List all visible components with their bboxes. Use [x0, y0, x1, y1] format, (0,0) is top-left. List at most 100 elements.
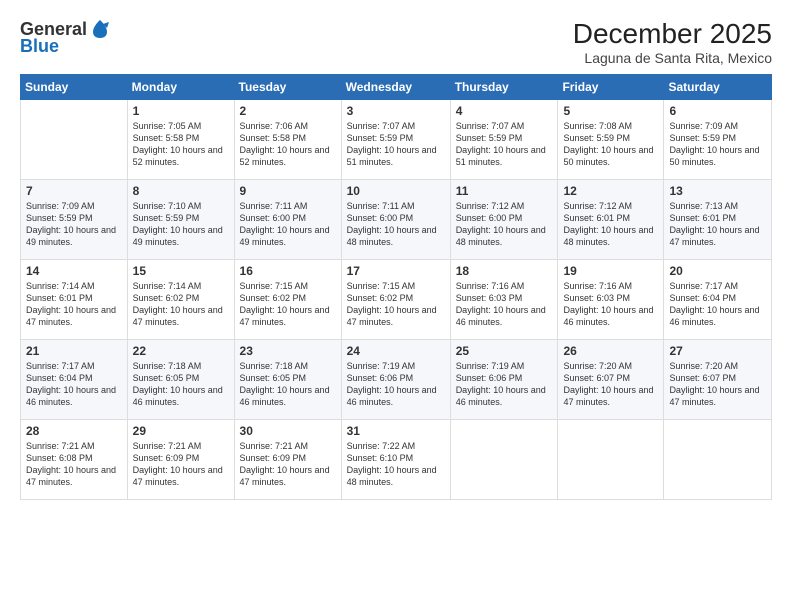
daylight: Daylight: 10 hours and 47 minutes.: [240, 305, 330, 327]
daylight: Daylight: 10 hours and 48 minutes.: [347, 225, 437, 247]
day-number: 15: [133, 264, 229, 278]
sunset: Sunset: 6:06 PM: [456, 373, 523, 383]
day-number: 22: [133, 344, 229, 358]
cell-content: Sunrise: 7:07 AM Sunset: 5:59 PM Dayligh…: [456, 120, 553, 169]
calendar-cell: 6 Sunrise: 7:09 AM Sunset: 5:59 PM Dayli…: [664, 100, 772, 180]
cell-content: Sunrise: 7:15 AM Sunset: 6:02 PM Dayligh…: [240, 280, 336, 329]
calendar-cell: [664, 420, 772, 500]
cell-content: Sunrise: 7:13 AM Sunset: 6:01 PM Dayligh…: [669, 200, 766, 249]
daylight: Daylight: 10 hours and 51 minutes.: [347, 145, 437, 167]
day-number: 16: [240, 264, 336, 278]
daylight: Daylight: 10 hours and 46 minutes.: [563, 305, 653, 327]
sunrise: Sunrise: 7:17 AM: [669, 281, 738, 291]
daylight: Daylight: 10 hours and 46 minutes.: [26, 385, 116, 407]
calendar-cell: 8 Sunrise: 7:10 AM Sunset: 5:59 PM Dayli…: [127, 180, 234, 260]
sunset: Sunset: 6:06 PM: [347, 373, 414, 383]
calendar-cell: 23 Sunrise: 7:18 AM Sunset: 6:05 PM Dayl…: [234, 340, 341, 420]
calendar-cell: 16 Sunrise: 7:15 AM Sunset: 6:02 PM Dayl…: [234, 260, 341, 340]
calendar-cell: 13 Sunrise: 7:13 AM Sunset: 6:01 PM Dayl…: [664, 180, 772, 260]
sunrise: Sunrise: 7:19 AM: [456, 361, 525, 371]
cell-content: Sunrise: 7:11 AM Sunset: 6:00 PM Dayligh…: [240, 200, 336, 249]
day-number: 19: [563, 264, 658, 278]
sunset: Sunset: 6:03 PM: [456, 293, 523, 303]
day-number: 31: [347, 424, 445, 438]
calendar-cell: 18 Sunrise: 7:16 AM Sunset: 6:03 PM Dayl…: [450, 260, 558, 340]
calendar-cell: 3 Sunrise: 7:07 AM Sunset: 5:59 PM Dayli…: [341, 100, 450, 180]
day-number: 29: [133, 424, 229, 438]
cell-content: Sunrise: 7:19 AM Sunset: 6:06 PM Dayligh…: [456, 360, 553, 409]
cell-content: Sunrise: 7:21 AM Sunset: 6:09 PM Dayligh…: [240, 440, 336, 489]
daylight: Daylight: 10 hours and 50 minutes.: [669, 145, 759, 167]
cell-content: Sunrise: 7:07 AM Sunset: 5:59 PM Dayligh…: [347, 120, 445, 169]
daylight: Daylight: 10 hours and 51 minutes.: [456, 145, 546, 167]
cell-content: Sunrise: 7:17 AM Sunset: 6:04 PM Dayligh…: [26, 360, 122, 409]
calendar-week-1: 1 Sunrise: 7:05 AM Sunset: 5:58 PM Dayli…: [21, 100, 772, 180]
cell-content: Sunrise: 7:08 AM Sunset: 5:59 PM Dayligh…: [563, 120, 658, 169]
calendar-cell: 20 Sunrise: 7:17 AM Sunset: 6:04 PM Dayl…: [664, 260, 772, 340]
day-number: 8: [133, 184, 229, 198]
sunrise: Sunrise: 7:21 AM: [133, 441, 202, 451]
calendar-cell: 4 Sunrise: 7:07 AM Sunset: 5:59 PM Dayli…: [450, 100, 558, 180]
sunrise: Sunrise: 7:16 AM: [456, 281, 525, 291]
sunset: Sunset: 5:58 PM: [133, 133, 200, 143]
page: General Blue December 2025 Laguna de San…: [0, 0, 792, 612]
calendar-cell: 31 Sunrise: 7:22 AM Sunset: 6:10 PM Dayl…: [341, 420, 450, 500]
cell-content: Sunrise: 7:15 AM Sunset: 6:02 PM Dayligh…: [347, 280, 445, 329]
sunset: Sunset: 6:00 PM: [456, 213, 523, 223]
cell-content: Sunrise: 7:05 AM Sunset: 5:58 PM Dayligh…: [133, 120, 229, 169]
cell-content: Sunrise: 7:19 AM Sunset: 6:06 PM Dayligh…: [347, 360, 445, 409]
cell-content: Sunrise: 7:21 AM Sunset: 6:09 PM Dayligh…: [133, 440, 229, 489]
cell-content: Sunrise: 7:18 AM Sunset: 6:05 PM Dayligh…: [240, 360, 336, 409]
day-number: 28: [26, 424, 122, 438]
cell-content: Sunrise: 7:21 AM Sunset: 6:08 PM Dayligh…: [26, 440, 122, 489]
day-number: 6: [669, 104, 766, 118]
day-number: 12: [563, 184, 658, 198]
sunset: Sunset: 5:59 PM: [456, 133, 523, 143]
daylight: Daylight: 10 hours and 47 minutes.: [669, 385, 759, 407]
sunrise: Sunrise: 7:20 AM: [563, 361, 632, 371]
calendar-cell: 21 Sunrise: 7:17 AM Sunset: 6:04 PM Dayl…: [21, 340, 128, 420]
calendar-header-saturday: Saturday: [664, 75, 772, 100]
cell-content: Sunrise: 7:20 AM Sunset: 6:07 PM Dayligh…: [669, 360, 766, 409]
day-number: 1: [133, 104, 229, 118]
calendar-cell: 25 Sunrise: 7:19 AM Sunset: 6:06 PM Dayl…: [450, 340, 558, 420]
logo: General Blue: [20, 18, 111, 57]
sunrise: Sunrise: 7:09 AM: [669, 121, 738, 131]
cell-content: Sunrise: 7:20 AM Sunset: 6:07 PM Dayligh…: [563, 360, 658, 409]
calendar-cell: 27 Sunrise: 7:20 AM Sunset: 6:07 PM Dayl…: [664, 340, 772, 420]
daylight: Daylight: 10 hours and 47 minutes.: [563, 385, 653, 407]
calendar-cell: 19 Sunrise: 7:16 AM Sunset: 6:03 PM Dayl…: [558, 260, 664, 340]
sunrise: Sunrise: 7:14 AM: [26, 281, 95, 291]
daylight: Daylight: 10 hours and 49 minutes.: [133, 225, 223, 247]
daylight: Daylight: 10 hours and 46 minutes.: [347, 385, 437, 407]
sunset: Sunset: 6:09 PM: [133, 453, 200, 463]
cell-content: Sunrise: 7:14 AM Sunset: 6:02 PM Dayligh…: [133, 280, 229, 329]
calendar-header-thursday: Thursday: [450, 75, 558, 100]
calendar-cell: 11 Sunrise: 7:12 AM Sunset: 6:00 PM Dayl…: [450, 180, 558, 260]
sunrise: Sunrise: 7:08 AM: [563, 121, 632, 131]
daylight: Daylight: 10 hours and 52 minutes.: [240, 145, 330, 167]
sunset: Sunset: 6:04 PM: [26, 373, 93, 383]
cell-content: Sunrise: 7:18 AM Sunset: 6:05 PM Dayligh…: [133, 360, 229, 409]
sunrise: Sunrise: 7:12 AM: [456, 201, 525, 211]
calendar-cell: 1 Sunrise: 7:05 AM Sunset: 5:58 PM Dayli…: [127, 100, 234, 180]
daylight: Daylight: 10 hours and 49 minutes.: [26, 225, 116, 247]
calendar-cell: 26 Sunrise: 7:20 AM Sunset: 6:07 PM Dayl…: [558, 340, 664, 420]
cell-content: Sunrise: 7:17 AM Sunset: 6:04 PM Dayligh…: [669, 280, 766, 329]
sunrise: Sunrise: 7:07 AM: [456, 121, 525, 131]
sunset: Sunset: 6:02 PM: [240, 293, 307, 303]
day-number: 21: [26, 344, 122, 358]
cell-content: Sunrise: 7:14 AM Sunset: 6:01 PM Dayligh…: [26, 280, 122, 329]
sunrise: Sunrise: 7:18 AM: [133, 361, 202, 371]
cell-content: Sunrise: 7:11 AM Sunset: 6:00 PM Dayligh…: [347, 200, 445, 249]
cell-content: Sunrise: 7:12 AM Sunset: 6:01 PM Dayligh…: [563, 200, 658, 249]
sunset: Sunset: 6:09 PM: [240, 453, 307, 463]
logo-icon: [89, 18, 111, 40]
day-number: 17: [347, 264, 445, 278]
sunset: Sunset: 6:07 PM: [563, 373, 630, 383]
cell-content: Sunrise: 7:16 AM Sunset: 6:03 PM Dayligh…: [456, 280, 553, 329]
calendar-week-2: 7 Sunrise: 7:09 AM Sunset: 5:59 PM Dayli…: [21, 180, 772, 260]
sunrise: Sunrise: 7:10 AM: [133, 201, 202, 211]
daylight: Daylight: 10 hours and 47 minutes.: [240, 465, 330, 487]
sunrise: Sunrise: 7:13 AM: [669, 201, 738, 211]
